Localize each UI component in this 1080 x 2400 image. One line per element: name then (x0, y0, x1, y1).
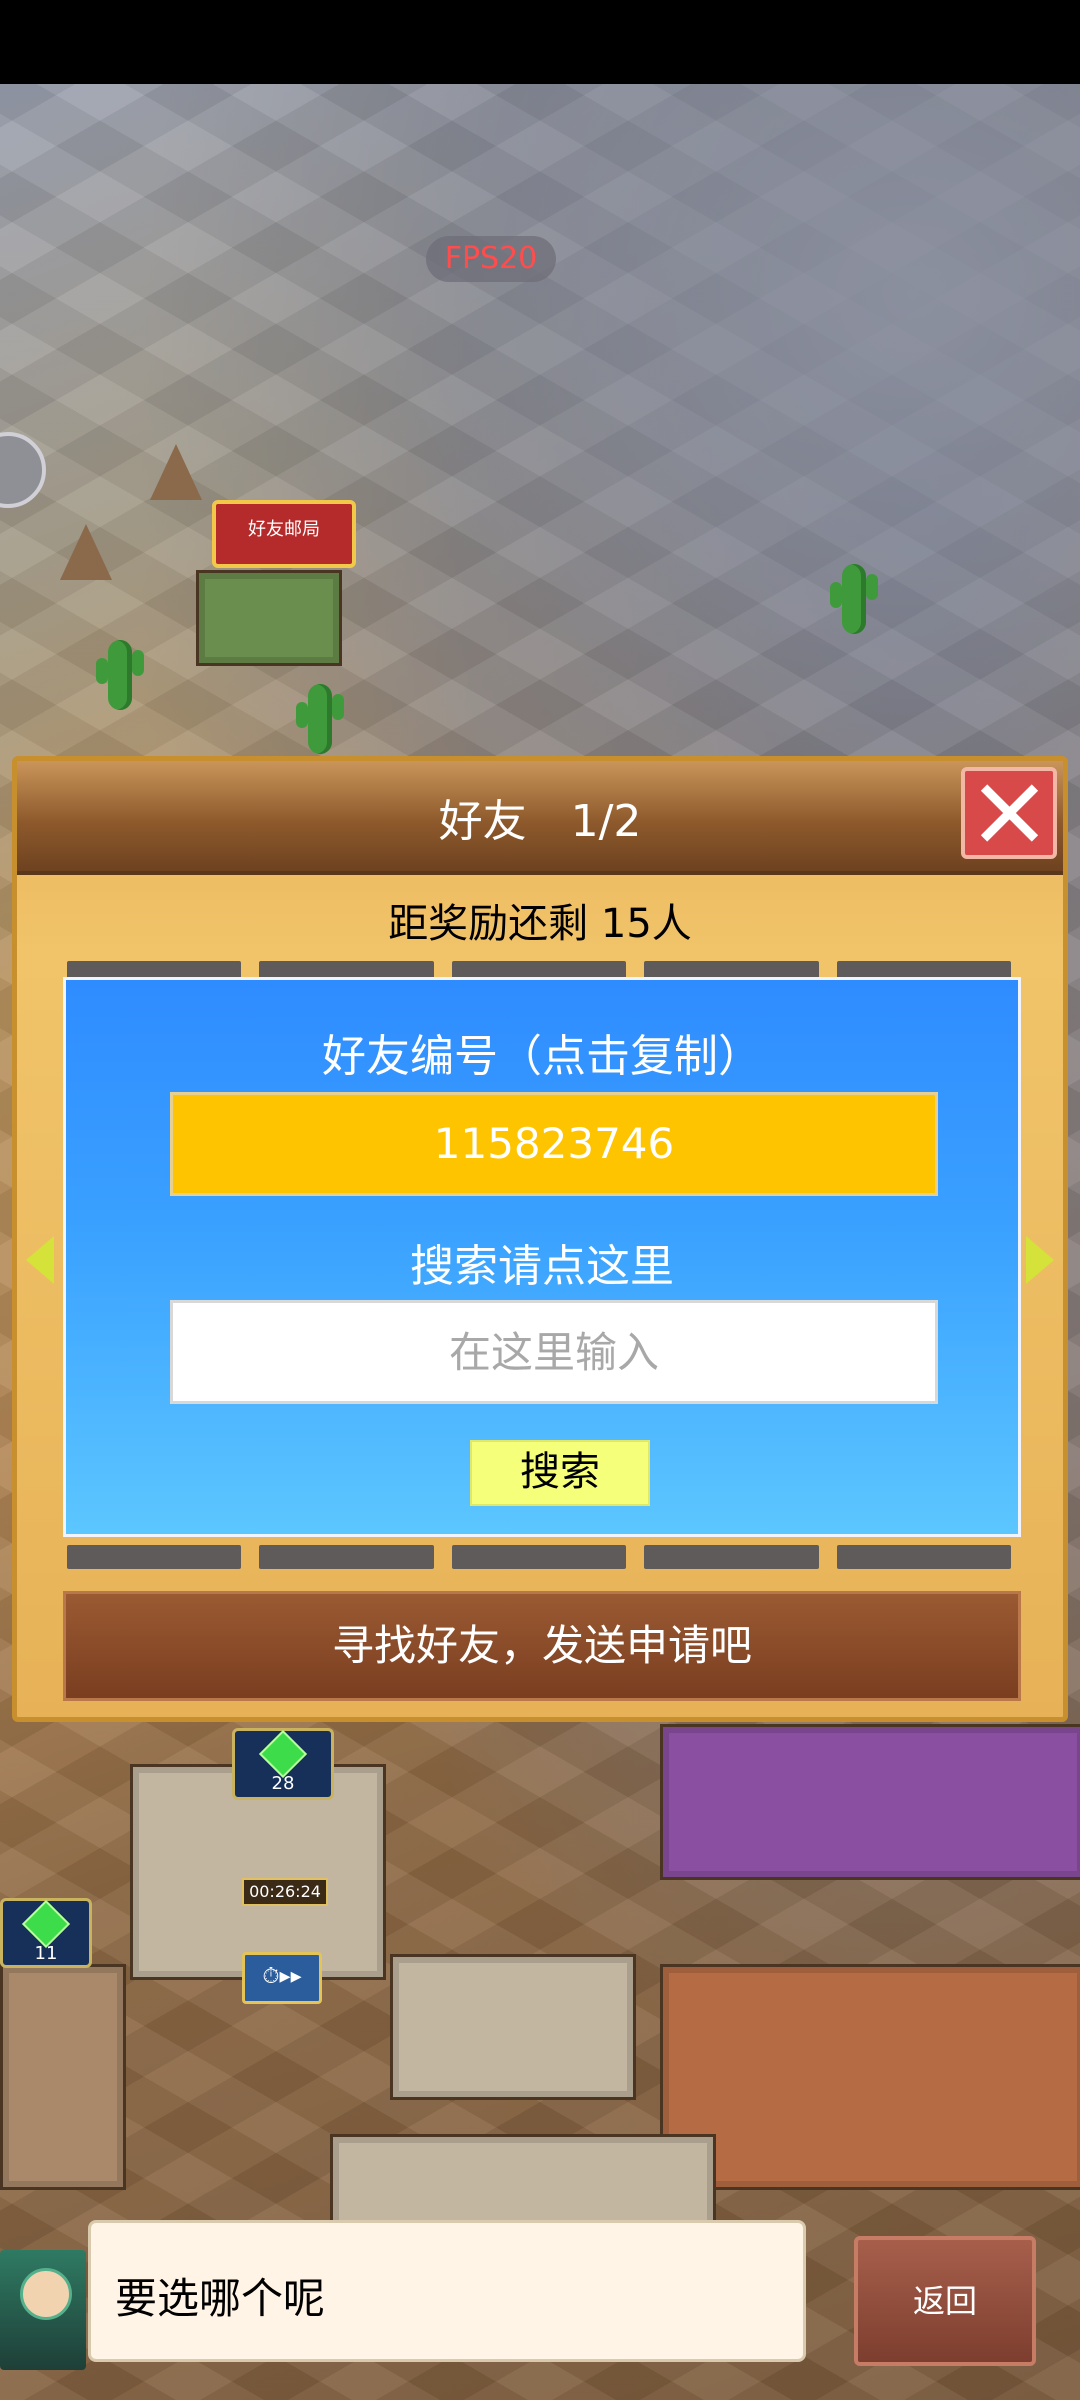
well-building[interactable] (0, 1964, 126, 2190)
search-button[interactable]: 搜索 (470, 1440, 650, 1506)
mail-sign[interactable]: 好友邮局 (212, 500, 356, 568)
find-friends-button[interactable]: 寻找好友，发送申请吧 (63, 1591, 1021, 1701)
purple-shop-building[interactable] (660, 1724, 1080, 1880)
cactus-decoration (296, 684, 344, 754)
status-bar (0, 0, 1080, 84)
cactus-decoration (96, 640, 144, 710)
friend-id-label: 好友编号（点击复制） (322, 1031, 762, 1082)
inn-building[interactable] (660, 1964, 1080, 2190)
page-tab[interactable] (259, 1545, 434, 1569)
dialog-box: 要选哪个呢 (88, 2220, 806, 2362)
search-input[interactable] (170, 1300, 938, 1404)
fog-of-war (380, 84, 1080, 784)
fps-counter: FPS20 (426, 236, 556, 282)
advisor-avatar (0, 2250, 86, 2370)
back-button[interactable]: 返回 (854, 2236, 1036, 2366)
search-hint-label: 搜索请点这里 (410, 1241, 674, 1292)
speedup-button[interactable]: ⏱▸▸ (242, 1952, 322, 2004)
page-tab[interactable] (836, 1545, 1012, 1569)
dialog-bar: 要选哪个呢 返回 (0, 2220, 1080, 2400)
workshop-building[interactable] (390, 1954, 636, 2100)
friend-search-box: 好友编号（点击复制） 115823746 搜索请点这里 搜索 (63, 977, 1021, 1537)
gem-icon (21, 1899, 71, 1949)
cactus-decoration (830, 564, 878, 634)
page-tab[interactable] (644, 1545, 819, 1569)
prev-page-arrow-icon[interactable] (26, 1236, 54, 1284)
construction-timer: 00:26:24 (242, 1878, 328, 1906)
dialog-text: 要选哪个呢 (115, 2274, 326, 2323)
friends-panel: 好友 1/2 距奖励还剩 15人 好友编号（点击复制） 115823746 搜索… (12, 756, 1068, 1722)
next-page-arrow-icon[interactable] (1026, 1236, 1054, 1284)
gem-reward-badge[interactable]: 11 (0, 1898, 92, 1968)
friend-post-office-building[interactable] (196, 570, 342, 666)
panel-title: 好友 1/2 (438, 796, 642, 847)
gem-reward-badge[interactable]: 28 (232, 1728, 334, 1800)
stopwatch-fast-forward-icon: ⏱▸▸ (262, 1964, 302, 1989)
page-tab[interactable] (67, 1545, 242, 1569)
gem-icon (258, 1729, 308, 1779)
page-tabs-bottom (67, 1545, 1012, 1569)
reward-remaining-text: 距奖励还剩 15人 (388, 901, 692, 947)
close-button[interactable] (961, 767, 1057, 859)
friend-id-copy-field[interactable]: 115823746 (170, 1092, 938, 1196)
panel-header: 好友 1/2 (17, 761, 1063, 875)
page-tab[interactable] (451, 1545, 627, 1569)
rock-decoration (150, 444, 202, 500)
rock-decoration (60, 524, 112, 580)
